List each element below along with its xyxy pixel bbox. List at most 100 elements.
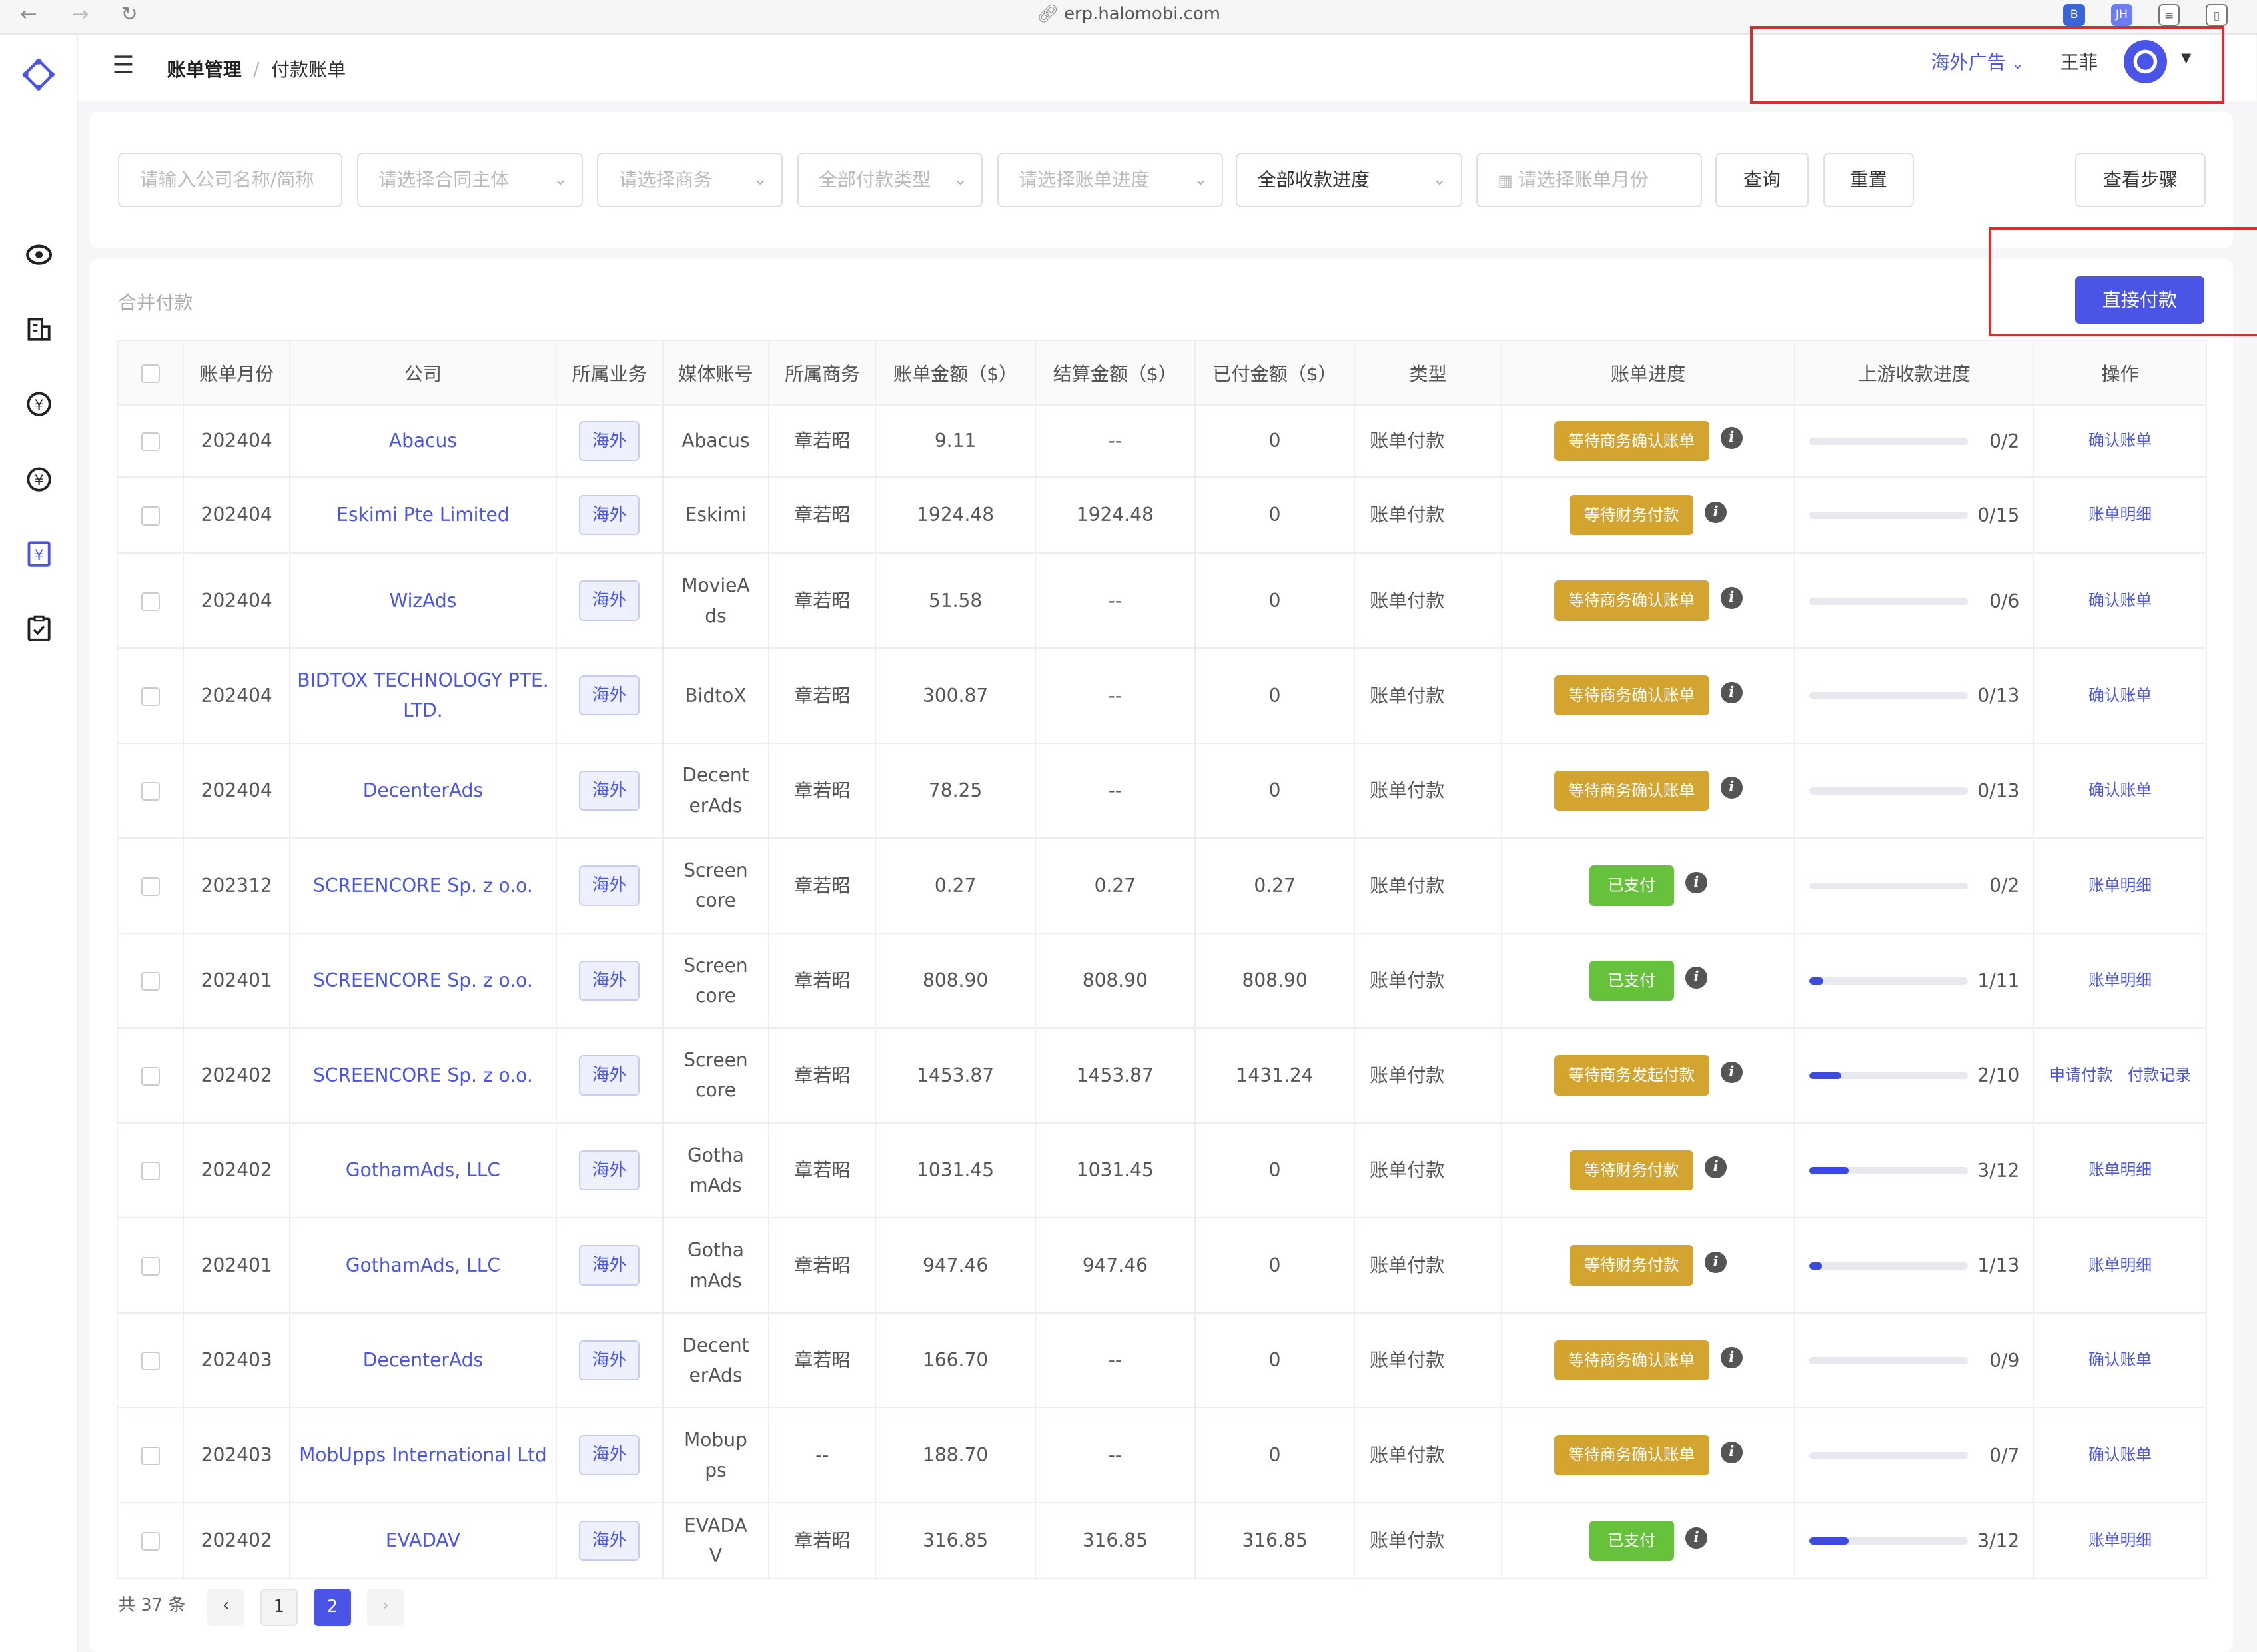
month-picker[interactable]: ▦ 请选择账单月份 [1476, 152, 1703, 208]
company-link[interactable]: WizAds [289, 552, 557, 649]
pay-type-select[interactable]: 全部付款类型 ⌄ [797, 152, 983, 208]
business-switcher[interactable]: 海外广告 ⌄ [1931, 47, 2023, 75]
row-action-link[interactable]: 确认账单 [2032, 552, 2208, 649]
business-tag: 海外 [579, 865, 640, 906]
info-icon[interactable]: i [1685, 967, 1707, 989]
user-name: 王菲 [2060, 51, 2098, 73]
dashboard-icon[interactable] [25, 240, 53, 269]
info-icon[interactable]: i [1721, 1061, 1743, 1084]
company-search-input[interactable]: 请输入公司名称/简称 [118, 152, 343, 208]
info-icon[interactable]: i [1721, 1346, 1743, 1368]
breadcrumb-bill-management[interactable]: 账单管理 [167, 59, 242, 81]
page-button-2[interactable]: 2 [313, 1588, 352, 1626]
row-checkbox[interactable] [116, 742, 185, 839]
info-icon[interactable]: i [1685, 871, 1707, 894]
company-link[interactable]: SCREENCORE Sp. z o.o. [289, 837, 557, 934]
company-link[interactable]: DecenterAds [289, 1312, 557, 1409]
info-icon[interactable]: i [1705, 1252, 1727, 1274]
company-link[interactable]: Abacus [289, 404, 557, 478]
row-checkbox[interactable] [116, 1407, 185, 1503]
company-link[interactable]: Eskimi Pte Limited [289, 476, 557, 554]
bill-amount: 947.46 [875, 1217, 1036, 1314]
info-icon[interactable]: i [1721, 777, 1743, 799]
settle-amount: -- [1034, 552, 1196, 649]
clipboard-check-icon[interactable] [25, 614, 53, 643]
row-action-link[interactable]: 申请付款 付款记录 [2032, 1027, 2208, 1124]
row-checkbox[interactable] [116, 1122, 185, 1219]
row-checkbox[interactable] [116, 647, 185, 744]
query-button[interactable]: 查询 [1715, 152, 1809, 208]
row-action-link[interactable]: 确认账单 [2032, 1312, 2208, 1409]
media-account: Screencore [662, 932, 770, 1029]
row-checkbox[interactable] [116, 476, 185, 554]
reset-button[interactable]: 重置 [1823, 152, 1914, 208]
extension-icon[interactable]: B [2063, 4, 2085, 26]
info-icon[interactable]: i [1721, 587, 1743, 609]
bill-type: 账单付款 [1354, 1122, 1502, 1219]
row-action-link[interactable]: 账单明细 [2032, 476, 2208, 554]
row-checkbox[interactable] [116, 404, 185, 478]
address-bar[interactable]: 🔗︎ erp.halomobi.com [0, 4, 2257, 24]
info-icon[interactable]: i [1721, 681, 1743, 704]
row-action-link[interactable]: 账单明细 [2032, 1122, 2208, 1219]
row-action-link[interactable]: 确认账单 [2032, 742, 2208, 839]
caret-down-icon[interactable]: ▼ [2181, 50, 2191, 65]
contract-select[interactable]: 请选择合同主体 ⌄ [356, 152, 583, 208]
menu-collapse-icon[interactable]: ☰ [112, 51, 134, 79]
page-button-1[interactable]: 1 [260, 1588, 298, 1626]
sales-select[interactable]: 请选择商务 ⌄ [597, 152, 783, 208]
media-account: GothamAds [662, 1122, 770, 1219]
income-icon[interactable]: ¥ [25, 390, 53, 418]
company-link[interactable]: EVADAV [289, 1501, 557, 1580]
row-checkbox[interactable] [116, 1312, 185, 1409]
row-checkbox[interactable] [116, 1217, 185, 1314]
company-link[interactable]: SCREENCORE Sp. z o.o. [289, 1027, 557, 1124]
extension-jh-icon[interactable]: JH [2110, 4, 2133, 26]
row-action-link[interactable]: 账单明细 [2032, 1501, 2208, 1580]
prev-page-button[interactable]: ‹ [207, 1588, 245, 1626]
reader-icon[interactable]: ≡ [2158, 4, 2180, 26]
company-link[interactable]: BIDTOX TECHNOLOGY PTE. LTD. [289, 647, 557, 744]
info-icon[interactable]: i [1705, 501, 1727, 524]
select-all-checkbox[interactable] [116, 339, 185, 406]
sidebar-toggle-icon[interactable]: ▯ [2206, 4, 2228, 26]
settle-amount: 947.46 [1034, 1217, 1196, 1314]
view-steps-button[interactable]: 查看步骤 [2074, 152, 2206, 208]
bill-type: 账单付款 [1354, 837, 1502, 934]
row-checkbox[interactable] [116, 1501, 185, 1580]
company-link[interactable]: GothamAds, LLC [289, 1122, 557, 1219]
bill-amount: 78.25 [875, 742, 1036, 839]
row-action-link[interactable]: 确认账单 [2032, 647, 2208, 744]
row-action-link[interactable]: 账单明细 [2032, 1217, 2208, 1314]
info-icon[interactable]: i [1685, 1527, 1707, 1549]
info-icon[interactable]: i [1721, 427, 1743, 449]
company-link[interactable]: SCREENCORE Sp. z o.o. [289, 932, 557, 1029]
avatar[interactable] [2123, 40, 2167, 83]
row-action-link[interactable]: 确认账单 [2032, 404, 2208, 478]
row-checkbox[interactable] [116, 552, 185, 649]
merge-pay-label[interactable]: 合并付款 [118, 288, 193, 315]
company-link[interactable]: GothamAds, LLC [289, 1217, 557, 1314]
info-icon[interactable]: i [1721, 1442, 1743, 1463]
receive-progress-select[interactable]: 全部收款进度 ⌄ [1236, 152, 1462, 208]
row-action-link[interactable]: 账单明细 [2032, 837, 2208, 934]
row-action-link[interactable]: 确认账单 [2032, 1407, 2208, 1503]
building-icon[interactable] [25, 315, 53, 344]
column-header: 公司 [289, 339, 557, 406]
expense-icon[interactable]: ¥ [25, 465, 53, 494]
business-tag: 海外 [579, 494, 640, 536]
row-checkbox[interactable] [116, 932, 185, 1029]
company-link[interactable]: MobUpps International Ltd [289, 1407, 557, 1503]
row-action-link[interactable]: 账单明细 [2032, 932, 2208, 1029]
settle-amount: -- [1034, 647, 1196, 744]
bill-progress-select[interactable]: 请选择账单进度 ⌄ [997, 152, 1223, 208]
row-checkbox[interactable] [116, 837, 185, 934]
logo-icon[interactable] [21, 57, 56, 92]
next-page-button[interactable]: › [366, 1588, 404, 1626]
info-icon[interactable]: i [1705, 1156, 1727, 1178]
svg-text:¥: ¥ [34, 398, 43, 414]
row-checkbox[interactable] [116, 1027, 185, 1124]
bill-icon[interactable]: ¥ [25, 540, 53, 568]
company-link[interactable]: DecenterAds [289, 742, 557, 839]
bill-month: 202312 [183, 837, 291, 934]
